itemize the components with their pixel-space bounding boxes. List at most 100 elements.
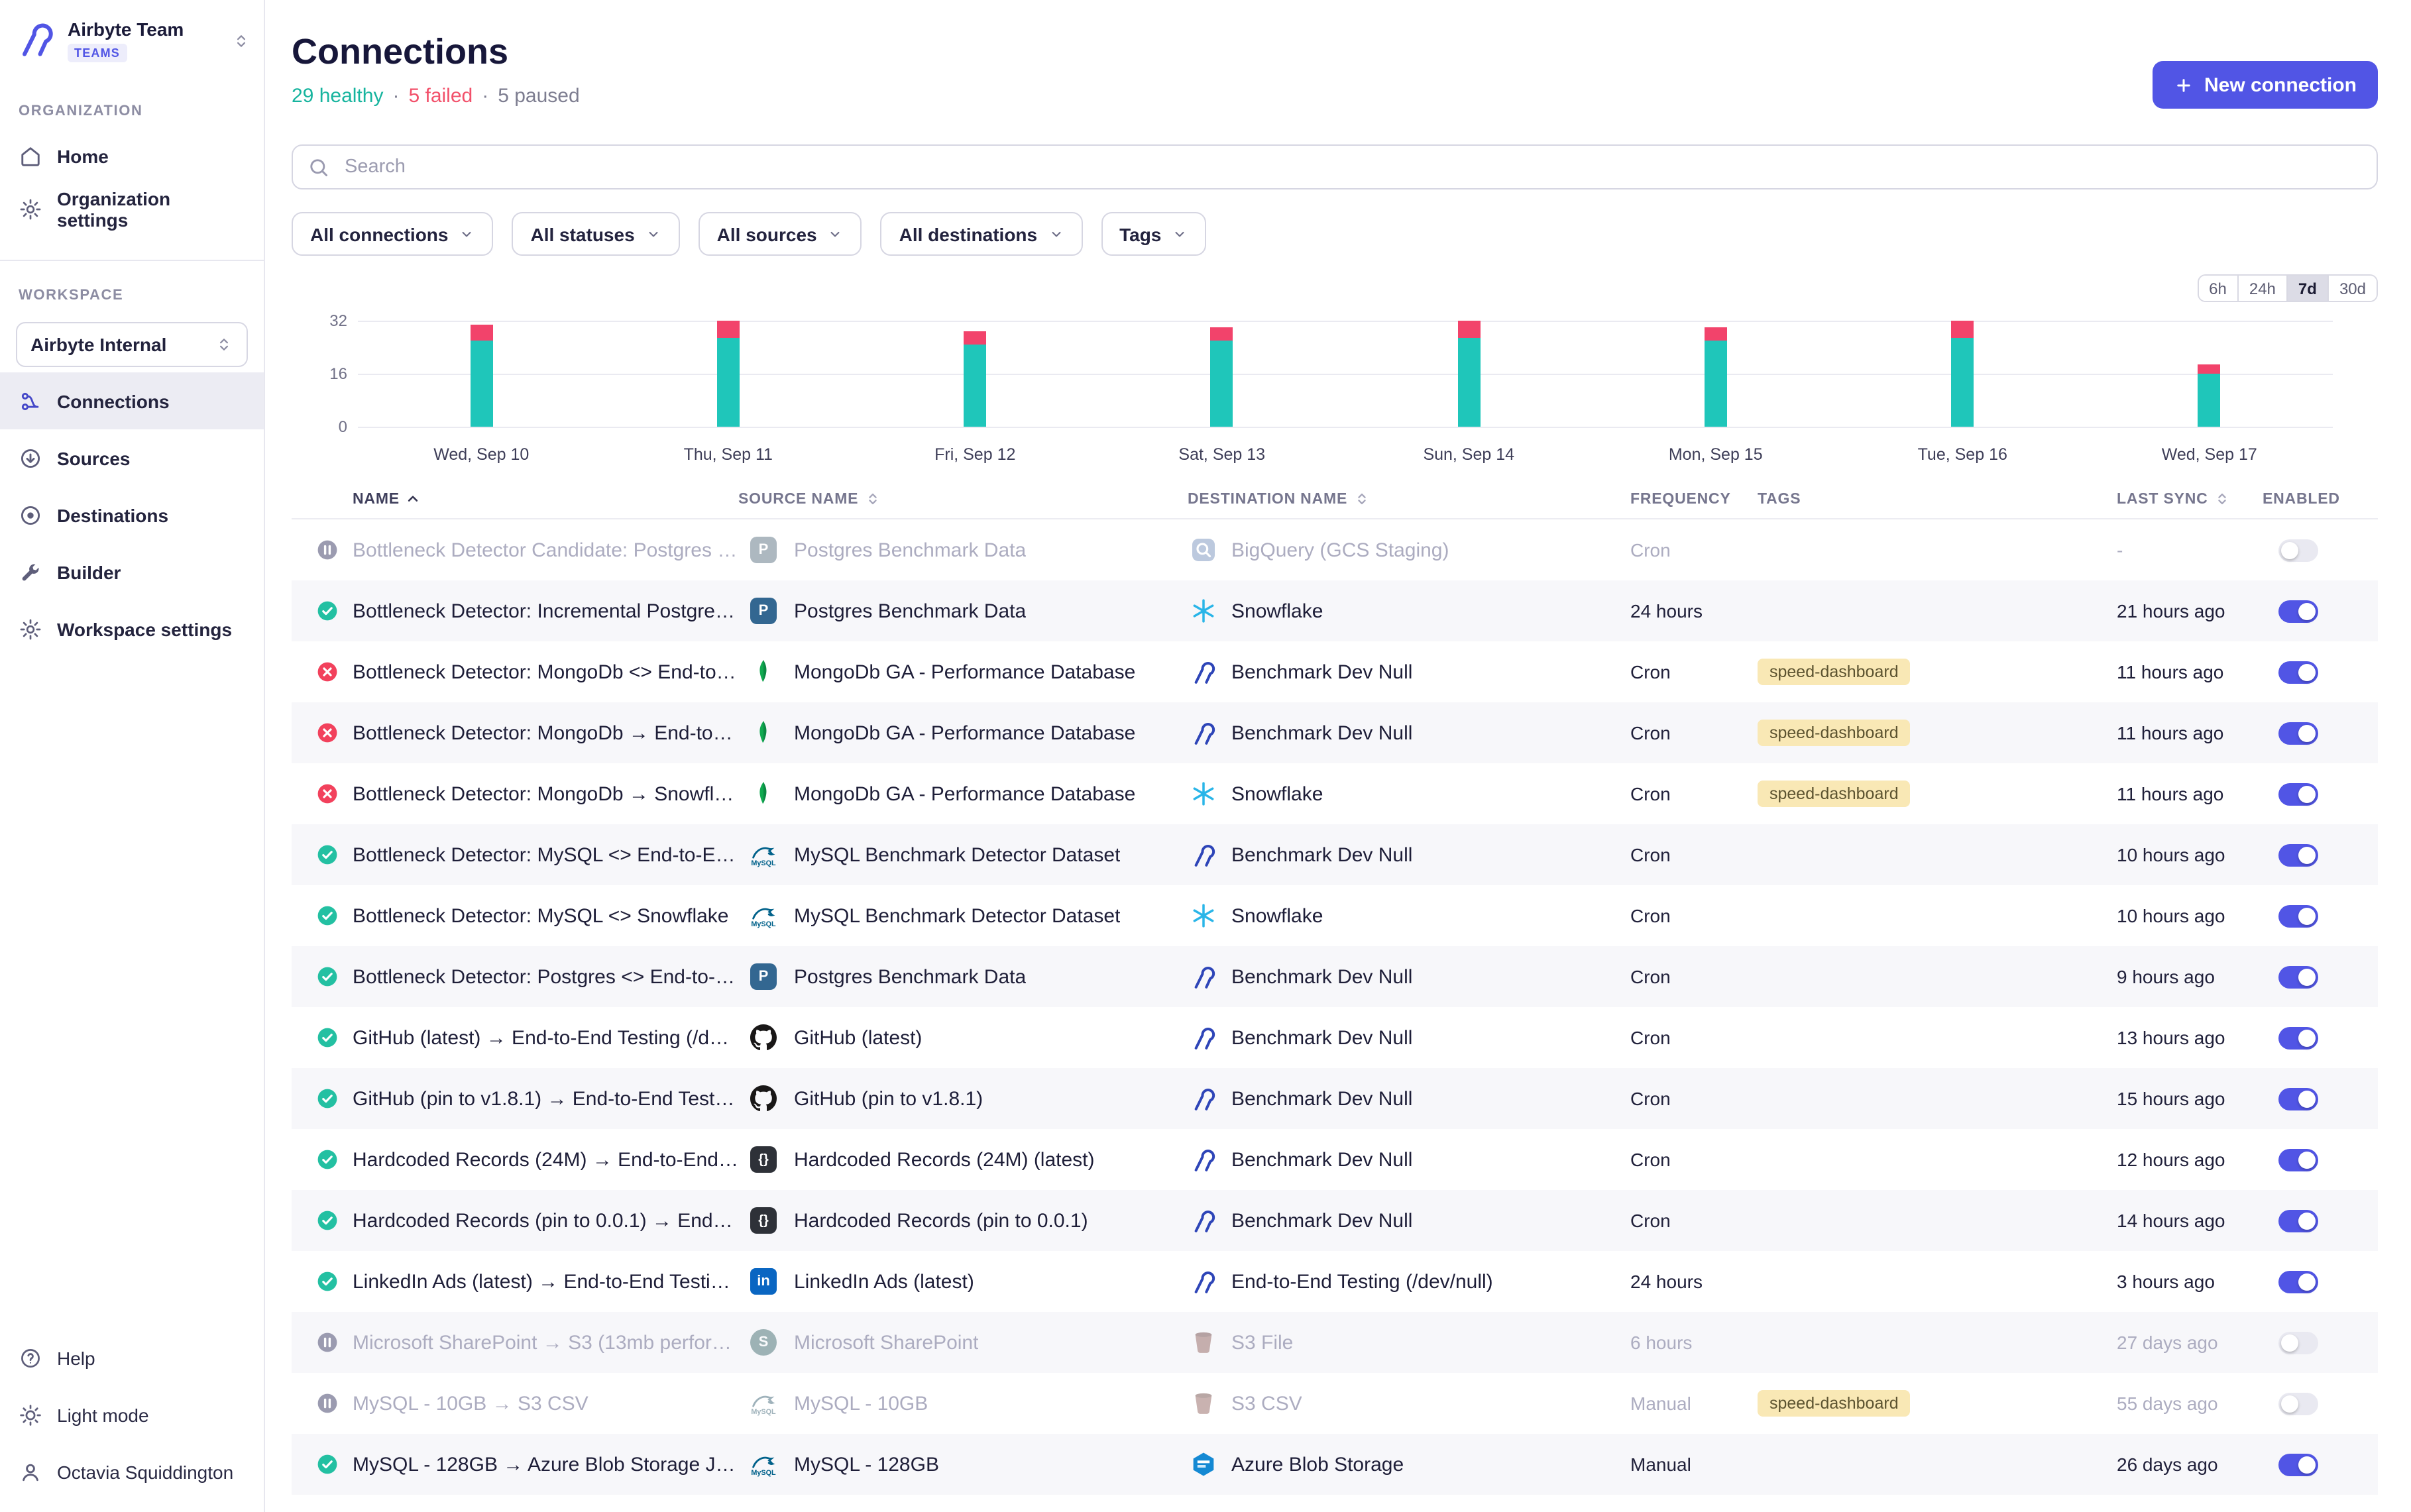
workspace-selector[interactable]: Airbyte Internal [16, 322, 248, 367]
enabled-toggle[interactable] [2278, 904, 2318, 927]
enabled-toggle[interactable] [2278, 1026, 2318, 1049]
destination-name: Benchmark Dev Null [1231, 843, 1412, 866]
last-sync-cell: 11 hours ago [2117, 783, 2263, 804]
enabled-toggle[interactable] [2278, 1209, 2318, 1232]
sort-icon [1353, 490, 1370, 508]
team-switcher[interactable]: Airbyte Team TEAMS [0, 0, 264, 77]
bigquery-icon [1190, 537, 1217, 563]
enabled-toggle[interactable] [2278, 1087, 2318, 1110]
connection-name: Hardcoded Records (pin to 0.0.1) → End-t… [353, 1209, 738, 1232]
last-sync-cell: 11 hours ago [2117, 722, 2263, 743]
status-summary: 29 healthy · 5 failed · 5 paused [292, 85, 2378, 107]
bar-failed-segment [2198, 364, 2221, 374]
table-row[interactable]: LinkedIn Ads (latest) → End-to-End Testi… [292, 1251, 2378, 1312]
enabled-toggle[interactable] [2278, 1392, 2318, 1415]
sort-icon [2214, 490, 2231, 508]
sidebar-item-workspace-settings[interactable]: Workspace settings [0, 600, 264, 657]
status-healthy-icon [317, 1454, 338, 1475]
enabled-toggle[interactable] [2278, 539, 2318, 561]
enabled-toggle[interactable] [2278, 965, 2318, 988]
chart-bar [717, 321, 740, 427]
table-row[interactable]: Bottleneck Detector: Postgres <> End-to-… [292, 946, 2378, 1007]
range-7d[interactable]: 7d [2286, 276, 2327, 301]
enabled-toggle[interactable] [2278, 600, 2318, 622]
sidebar-item-organization-settings[interactable]: Organization settings [0, 183, 264, 236]
enabled-toggle[interactable] [2278, 1148, 2318, 1171]
toggle-knob [2298, 1151, 2316, 1168]
range-30d[interactable]: 30d [2327, 276, 2377, 301]
column-header-source-name[interactable]: SOURCE NAME [738, 490, 1188, 508]
destination-name: S3 File [1231, 1331, 1293, 1354]
snowflake-icon [1190, 598, 1217, 624]
sidebar-item-home[interactable]: Home [0, 130, 264, 183]
enabled-toggle[interactable] [2278, 722, 2318, 744]
user-icon [19, 1460, 42, 1484]
enabled-toggle[interactable] [2278, 843, 2318, 866]
filter-tags[interactable]: Tags [1101, 212, 1206, 256]
last-sync-cell: 3 hours ago [2117, 1271, 2263, 1292]
sidebar-item-user[interactable]: Octavia Squiddington [0, 1443, 264, 1500]
sidebar-item-builder[interactable]: Builder [0, 543, 264, 600]
chart-bar [1951, 321, 1974, 427]
sidebar-item-connections[interactable]: Connections [0, 372, 264, 429]
column-header-frequency[interactable]: FREQUENCY [1630, 491, 1758, 507]
table-row[interactable]: Bottleneck Detector: MongoDb → Snowflake… [292, 763, 2378, 824]
table-row[interactable]: Bottleneck Detector: MongoDb → End-to-En… [292, 702, 2378, 763]
frequency-cell: Manual [1630, 1393, 1758, 1414]
mongodb-icon [750, 720, 777, 746]
table-row[interactable]: Bottleneck Detector: MongoDb <> End-to-E… [292, 641, 2378, 702]
status-healthy-icon [317, 966, 338, 987]
source-name: MongoDb GA - Performance Database [794, 661, 1135, 683]
postgres-icon: P [750, 963, 777, 990]
column-header-destination-name[interactable]: DESTINATION NAME [1188, 490, 1630, 508]
x-axis-label: Thu, Sep 11 [605, 445, 852, 464]
connection-name: Bottleneck Detector: MySQL <> Snowflake [353, 904, 729, 927]
enabled-toggle[interactable] [2278, 1453, 2318, 1476]
enabled-toggle[interactable] [2278, 661, 2318, 683]
sidebar-item-destinations[interactable]: Destinations [0, 486, 264, 543]
toggle-knob [2298, 1456, 2316, 1473]
status-healthy-icon [317, 600, 338, 621]
table-row[interactable]: Bottleneck Detector: MySQL <> SnowflakeM… [292, 885, 2378, 946]
new-connection-button[interactable]: New connection [2153, 61, 2378, 109]
table-row[interactable]: Hardcoded Records (24M) → End-to-End Te.… [292, 1129, 2378, 1190]
source-name: Hardcoded Records (pin to 0.0.1) [794, 1209, 1088, 1232]
column-header-last-sync[interactable]: LAST SYNC [2117, 490, 2263, 508]
connections-table: Bottleneck Detector Candidate: Postgres … [292, 519, 2378, 1495]
filter-all-statuses[interactable]: All statuses [512, 212, 679, 256]
column-header-enabled[interactable]: ENABLED [2263, 491, 2378, 507]
column-header-tags[interactable]: TAGS [1758, 491, 2117, 507]
tag-pill: speed-dashboard [1758, 781, 1911, 807]
table-row[interactable]: Microsoft SharePoint → S3 (13mb performa… [292, 1312, 2378, 1373]
range-24h[interactable]: 24h [2237, 276, 2286, 301]
table-row[interactable]: MySQL - 10GB → S3 CSVMySQLMySQL - 10GBS3… [292, 1373, 2378, 1434]
svg-text:MySQL: MySQL [751, 859, 776, 867]
filter-all-destinations[interactable]: All destinations [881, 212, 1082, 256]
enabled-toggle[interactable] [2278, 1270, 2318, 1293]
table-row[interactable]: Bottleneck Detector: MySQL <> End-to-End… [292, 824, 2378, 885]
destination-name: Benchmark Dev Null [1231, 965, 1412, 988]
sidebar-item-light-mode[interactable]: Light mode [0, 1386, 264, 1443]
x-axis-label: Fri, Sep 12 [852, 445, 1099, 464]
frequency-cell: Cron [1630, 722, 1758, 743]
enabled-toggle[interactable] [2278, 783, 2318, 805]
filter-all-connections[interactable]: All connections [292, 212, 493, 256]
airbyte-logo-icon [16, 19, 56, 58]
table-row[interactable]: Bottleneck Detector: Incremental Postgre… [292, 580, 2378, 641]
column-header-name[interactable]: NAME [292, 490, 738, 508]
last-sync-cell: 55 days ago [2117, 1393, 2263, 1414]
table-row[interactable]: GitHub (latest) → End-to-End Testing (/d… [292, 1007, 2378, 1068]
mysql-icon: MySQL [750, 841, 777, 868]
filter-all-sources[interactable]: All sources [699, 212, 862, 256]
table-row[interactable]: Hardcoded Records (pin to 0.0.1) → End-t… [292, 1190, 2378, 1251]
gear-icon [19, 617, 42, 641]
table-row[interactable]: MySQL - 128GB → Azure Blob Storage JSON … [292, 1434, 2378, 1495]
table-row[interactable]: Bottleneck Detector Candidate: Postgres … [292, 519, 2378, 580]
tags-cell: speed-dashboard [1758, 720, 2117, 746]
sidebar-item-sources[interactable]: Sources [0, 429, 264, 486]
sidebar-item-help[interactable]: Help [0, 1329, 264, 1386]
range-6h[interactable]: 6h [2198, 276, 2237, 301]
table-row[interactable]: GitHub (pin to v1.8.1) → End-to-End Test… [292, 1068, 2378, 1129]
search-input[interactable] [342, 155, 2362, 179]
enabled-toggle[interactable] [2278, 1331, 2318, 1354]
